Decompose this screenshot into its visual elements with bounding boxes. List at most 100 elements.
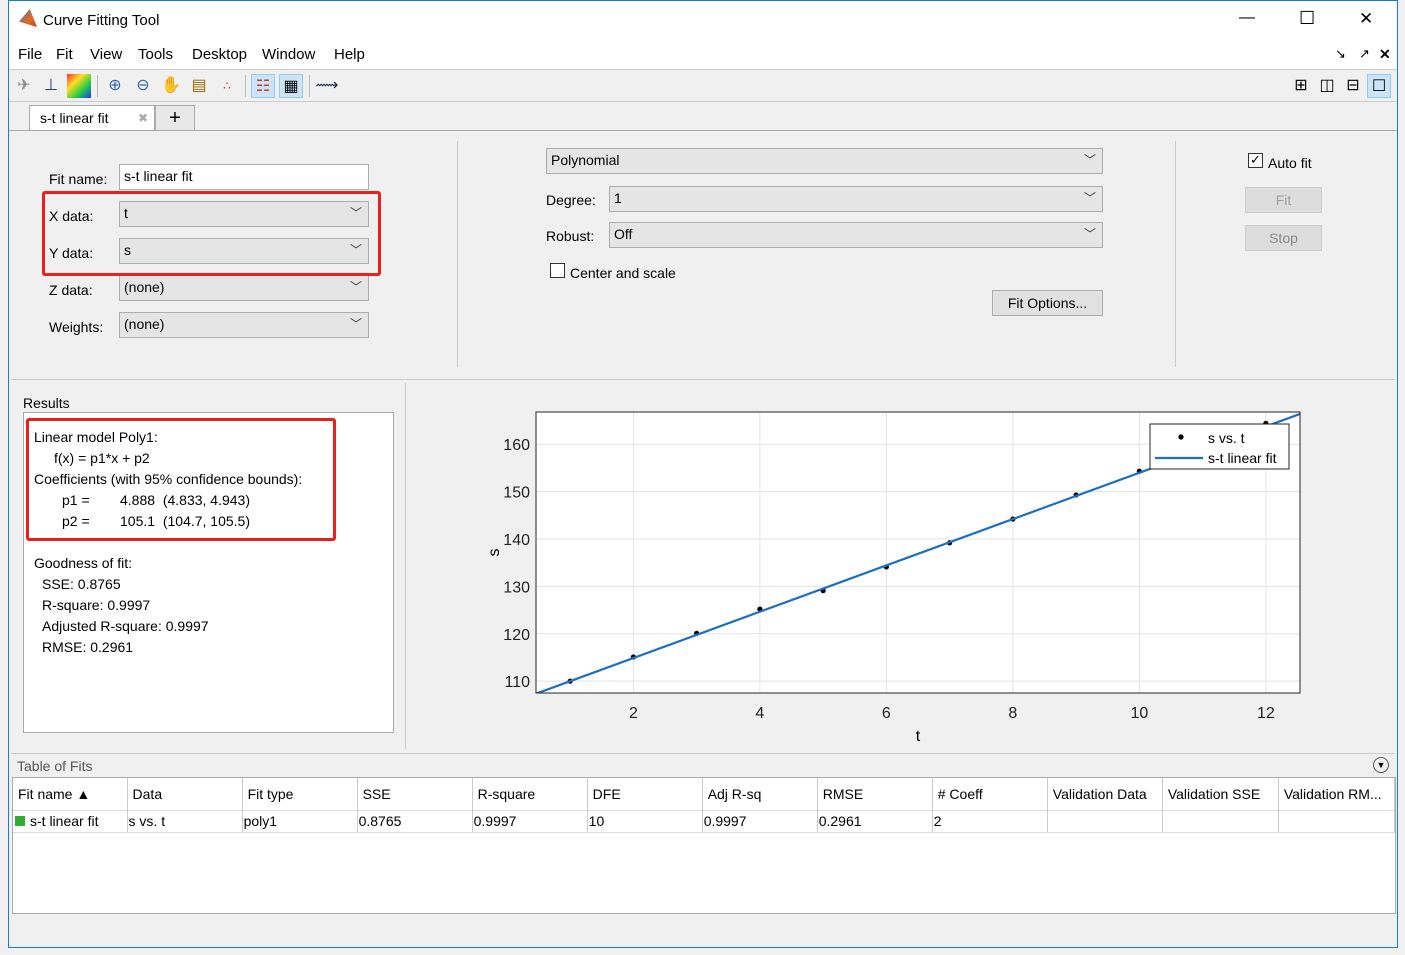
dock-icon[interactable]: ↘ xyxy=(1335,46,1346,62)
table-cell: 0.8765 xyxy=(357,809,473,833)
legend-marker-points xyxy=(1178,434,1184,440)
column-header[interactable]: SSE xyxy=(357,778,473,810)
center-scale-label: Center and scale xyxy=(570,265,676,281)
z-data-label: Z data: xyxy=(49,282,93,298)
fit-type-select[interactable]: Polynomial ﹀ xyxy=(546,148,1103,174)
degree-value: 1 xyxy=(614,190,622,206)
matlab-logo-icon xyxy=(19,9,37,27)
zoom-in-icon[interactable]: ⊕ xyxy=(103,74,127,98)
data-tip-icon[interactable]: ▤ xyxy=(187,74,211,98)
table-cell: s vs. t xyxy=(127,809,243,833)
legend-toggle-icon[interactable]: ☷ xyxy=(251,74,275,98)
column-header[interactable]: Fit name ▲ xyxy=(13,778,128,810)
degree-label: Degree: xyxy=(546,192,596,208)
table-of-fits-header: Table of Fits ▼ xyxy=(11,753,1395,777)
auto-fit-checkbox[interactable]: ✓ xyxy=(1248,153,1263,168)
x-tick-label: 8 xyxy=(1008,705,1017,722)
weights-select[interactable]: (none) ﹀ xyxy=(119,312,369,338)
exclude-outliers-icon[interactable]: ∴ xyxy=(215,74,239,98)
weights-value: (none) xyxy=(124,316,165,332)
menu-help[interactable]: Help xyxy=(334,46,365,63)
results-panel: Linear model Poly1: f(x) = p1*x + p2 Coe… xyxy=(23,412,394,733)
pan-icon[interactable]: ✋ xyxy=(159,74,183,98)
tab-label: s-t linear fit xyxy=(40,110,109,126)
y-axis-label: s xyxy=(486,549,503,557)
axes-limits-icon[interactable]: ⟿ xyxy=(315,74,339,98)
y-tick-label: 140 xyxy=(503,532,530,549)
chevron-down-icon: ﹀ xyxy=(349,317,362,331)
column-header[interactable]: Data xyxy=(127,778,243,810)
close-figure-icon[interactable]: ✕ xyxy=(1379,46,1391,63)
column-header[interactable]: DFE xyxy=(587,778,703,810)
collapse-icon[interactable]: ▼ xyxy=(1373,757,1389,773)
fit-color-icon xyxy=(15,816,25,826)
menu-tools[interactable]: Tools xyxy=(138,46,173,63)
menu-fit[interactable]: Fit xyxy=(56,46,73,63)
minimize-button[interactable]: — xyxy=(1239,9,1255,27)
stop-button[interactable]: Stop xyxy=(1245,225,1322,251)
fit-plot[interactable]: 2 4 6 8 10 12 110 120 130 140 150 160 t s s vs. t s-t l… xyxy=(408,383,1394,749)
undock-icon[interactable]: ↗ xyxy=(1359,46,1370,62)
menu-desktop[interactable]: Desktop xyxy=(192,46,247,63)
robust-label: Robust: xyxy=(546,228,595,244)
column-header[interactable]: Validation Data xyxy=(1047,778,1163,810)
column-header[interactable]: Fit type xyxy=(242,778,358,810)
tab-close-icon[interactable]: ✖ xyxy=(138,111,148,125)
fit-options-button[interactable]: Fit Options... xyxy=(992,290,1103,316)
chevron-down-icon: ﹀ xyxy=(1083,153,1096,167)
auto-fit-label: Auto fit xyxy=(1268,155,1312,171)
grid-toggle-icon[interactable]: ▦ xyxy=(279,74,303,98)
x-axis-label: t xyxy=(916,728,921,745)
weights-label: Weights: xyxy=(49,319,104,335)
menu-file[interactable]: File xyxy=(18,46,42,63)
maximize-button[interactable]: ☐ xyxy=(1299,8,1315,29)
table-cell: 0.9997 xyxy=(472,809,588,833)
tab-s-t-linear-fit[interactable]: s-t linear fit ✖ xyxy=(29,105,155,131)
x-tick-label: 12 xyxy=(1257,705,1275,722)
table-row[interactable]: s-t linear fit s vs. t poly1 0.8765 0.9997 10… xyxy=(13,809,1395,833)
menu-bar: File Fit View Tools Desktop Window Help … xyxy=(9,39,1397,69)
table-of-fits-title: Table of Fits xyxy=(17,758,93,774)
toolbar: ✈ ⊥ ⊕ ⊖ ✋ ▤ ∴ ☷ ▦ ⟿ ⊞ ◫ ⊟ ☐ xyxy=(9,69,1397,102)
chevron-down-icon: ﹀ xyxy=(349,280,362,294)
x-tick-label: 4 xyxy=(755,705,764,722)
data-cursor-icon[interactable]: ⊥ xyxy=(39,74,63,98)
plane-icon[interactable]: ✈ xyxy=(12,74,36,98)
gof-sse: SSE: 0.8765 xyxy=(42,576,121,592)
table-cell: poly1 xyxy=(242,809,358,833)
robust-select[interactable]: Off ﹀ xyxy=(609,222,1103,248)
chevron-down-icon: ﹀ xyxy=(1083,227,1096,241)
layout-grid-icon[interactable]: ⊞ xyxy=(1289,74,1313,98)
gof-title: Goodness of fit: xyxy=(34,555,133,571)
column-header[interactable]: Adj R-sq xyxy=(702,778,818,810)
legend-label: s vs. t xyxy=(1208,430,1245,446)
table-of-fits: Fit name ▲ Data Fit type SSE R-square DFE Adj … xyxy=(12,777,1396,914)
column-header[interactable]: R-square xyxy=(472,778,588,810)
fit-type-value: Polynomial xyxy=(551,152,620,168)
center-scale-checkbox[interactable] xyxy=(550,263,565,278)
fit-name-label: Fit name: xyxy=(49,171,108,187)
legend-label: s-t linear fit xyxy=(1208,450,1277,466)
add-tab-button[interactable]: + xyxy=(155,105,195,131)
menu-window[interactable]: Window xyxy=(262,46,315,63)
layout-columns-icon[interactable]: ◫ xyxy=(1315,74,1339,98)
column-header[interactable]: RMSE xyxy=(817,778,933,810)
menu-view[interactable]: View xyxy=(90,46,122,63)
column-header[interactable]: # Coeff xyxy=(932,778,1048,810)
fit-name-input[interactable]: s-t linear fit xyxy=(119,164,369,190)
layout-rows-icon[interactable]: ⊟ xyxy=(1341,74,1365,98)
highlight-box xyxy=(42,191,381,276)
gof-adj-rsquare: Adjusted R-square: 0.9997 xyxy=(42,618,209,634)
y-tick-label: 110 xyxy=(504,674,530,691)
table-cell xyxy=(1278,809,1395,833)
degree-select[interactable]: 1 ﹀ xyxy=(609,186,1103,212)
z-data-select[interactable]: (none) ﹀ xyxy=(119,275,369,301)
column-header[interactable]: Validation SSE xyxy=(1162,778,1279,810)
close-button[interactable]: ✕ xyxy=(1359,9,1373,29)
zoom-out-icon[interactable]: ⊖ xyxy=(131,74,155,98)
colormap-icon[interactable] xyxy=(67,74,91,98)
layout-single-icon[interactable]: ☐ xyxy=(1367,74,1391,98)
y-tick-label: 150 xyxy=(503,485,530,502)
fit-button[interactable]: Fit xyxy=(1245,187,1322,213)
column-header[interactable]: Validation RM... xyxy=(1278,778,1395,810)
